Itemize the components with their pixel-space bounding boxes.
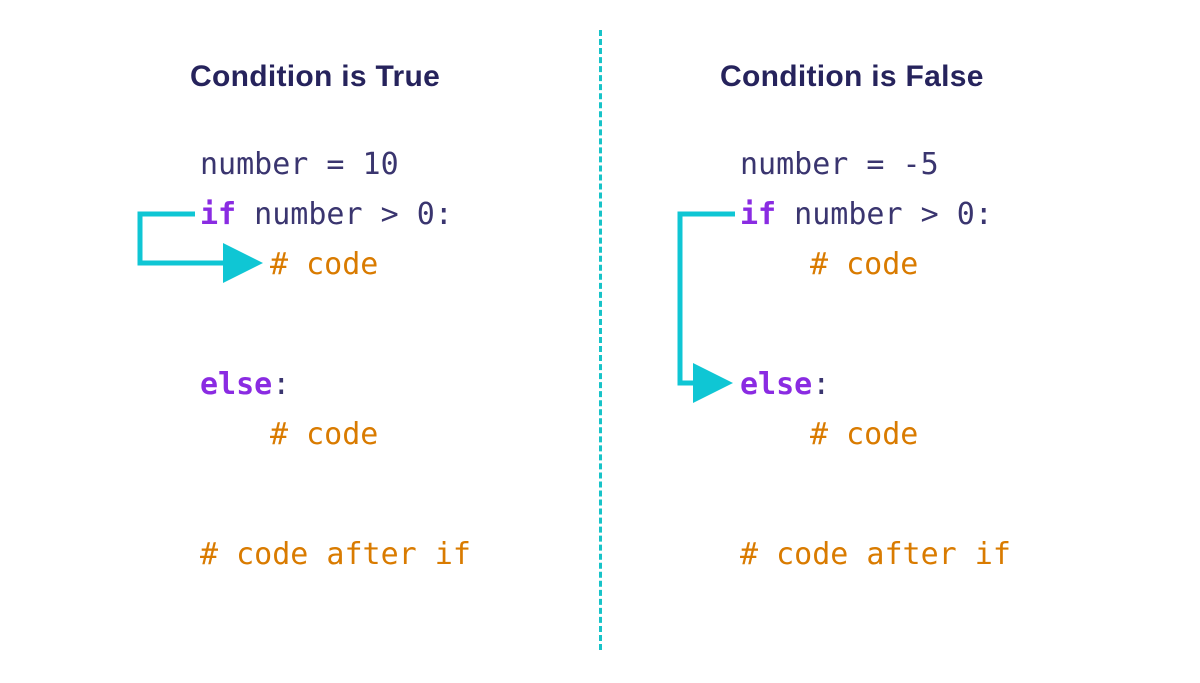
right-line2: if number > 0: bbox=[740, 190, 993, 240]
right-line5: # code bbox=[810, 410, 918, 460]
left-line4-kw: else bbox=[200, 367, 272, 402]
left-line6: # code after if bbox=[200, 530, 471, 580]
right-line5-comment: # code bbox=[810, 417, 918, 452]
left-line5-comment: # code bbox=[270, 417, 378, 452]
left-line5: # code bbox=[270, 410, 378, 460]
left-title: Condition is True bbox=[190, 60, 440, 94]
right-line3-comment: # code bbox=[810, 247, 918, 282]
left-line2-rest: number > 0: bbox=[236, 197, 453, 232]
right-line4-rest: : bbox=[812, 367, 830, 402]
right-line1: number = -5 bbox=[740, 140, 939, 190]
left-line6-comment: # code after if bbox=[200, 537, 471, 572]
left-line3: # code bbox=[270, 240, 378, 290]
right-line6-comment: # code after if bbox=[740, 537, 1011, 572]
right-line2-rest: number > 0: bbox=[776, 197, 993, 232]
left-line1: number = 10 bbox=[200, 140, 399, 190]
left-line2-kw: if bbox=[200, 197, 236, 232]
right-title: Condition is False bbox=[720, 60, 984, 94]
right-line2-kw: if bbox=[740, 197, 776, 232]
right-line6: # code after if bbox=[740, 530, 1011, 580]
left-line4-rest: : bbox=[272, 367, 290, 402]
left-line4: else: bbox=[200, 360, 290, 410]
left-line2: if number > 0: bbox=[200, 190, 453, 240]
right-line4-kw: else bbox=[740, 367, 812, 402]
vertical-divider bbox=[599, 30, 602, 650]
diagram-stage: Condition is True Condition is False num… bbox=[0, 0, 1200, 683]
right-line4: else: bbox=[740, 360, 830, 410]
right-line3: # code bbox=[810, 240, 918, 290]
left-line3-comment: # code bbox=[270, 247, 378, 282]
